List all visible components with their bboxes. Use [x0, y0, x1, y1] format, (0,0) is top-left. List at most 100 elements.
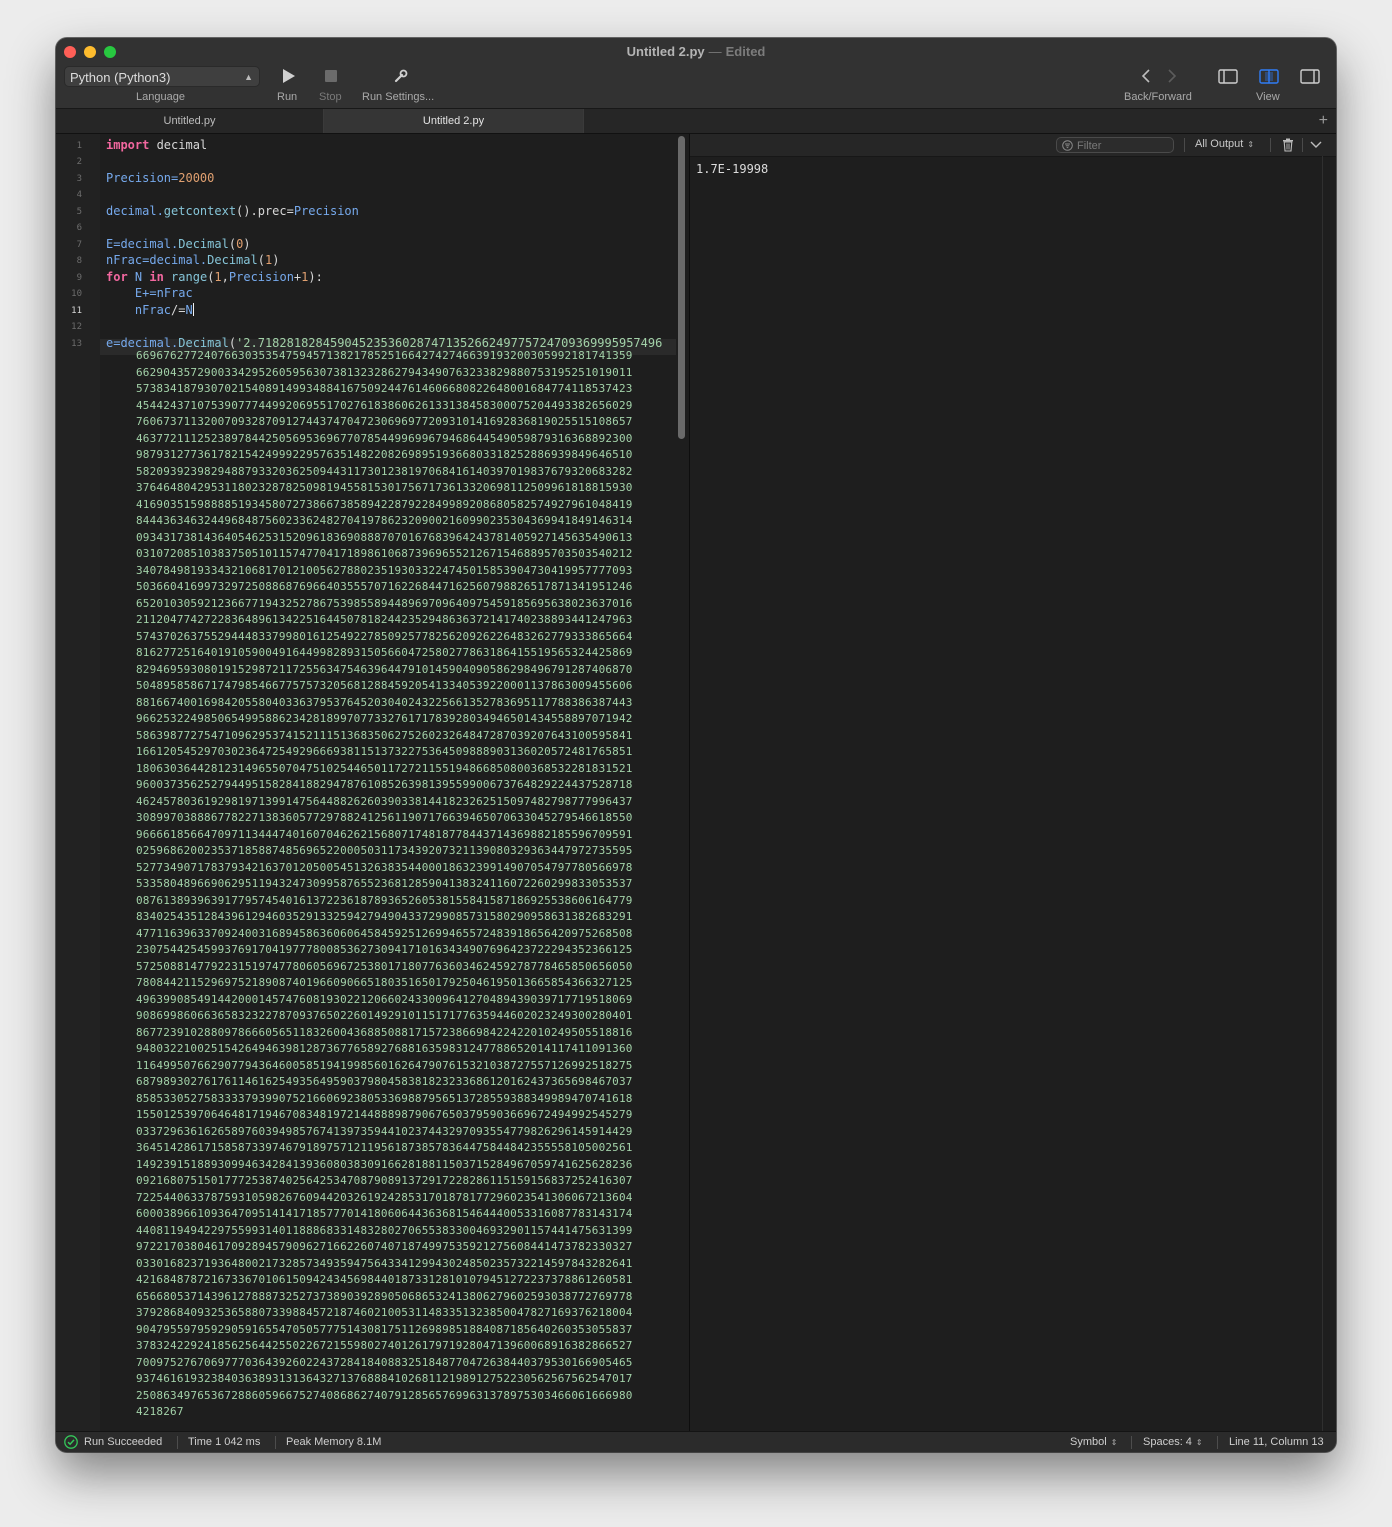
trash-icon[interactable] — [1282, 138, 1294, 152]
code-line-1: import decimal — [106, 137, 207, 154]
code-token: nFrac — [134, 303, 172, 317]
language-label: Language — [136, 91, 185, 103]
run-button-label[interactable]: Run — [277, 91, 297, 103]
line-number: 1 — [76, 141, 82, 151]
string-digits-line: 0337296361626589760394985767413973594410… — [136, 1124, 633, 1138]
console-toolbar: Filter All Output ⇕ — [690, 134, 1336, 157]
code-token: N — [127, 270, 150, 284]
view-label: View — [1256, 91, 1280, 103]
wrench-icon[interactable] — [394, 69, 408, 83]
string-digits-line: 4544243710753907774499206955170276183860… — [136, 398, 633, 412]
line-number: 8 — [76, 256, 82, 266]
output-filter-select[interactable]: All Output ⇕ — [1195, 138, 1254, 150]
filter-input[interactable]: Filter — [1056, 137, 1174, 153]
code-line-8: nFrac=decimal.Decimal(1) — [106, 252, 279, 269]
line-number: 12 — [71, 322, 82, 332]
spaces-select-label: Spaces: 4 — [1143, 1436, 1192, 1448]
back-icon[interactable] — [1141, 69, 1151, 83]
code-line-11: nFrac/=N — [106, 302, 194, 319]
window-file-name: Untitled 2.py — [626, 44, 705, 59]
run-time: Time 1 042 ms — [188, 1436, 261, 1448]
filter-placeholder: Filter — [1077, 140, 1102, 152]
string-digits-line: 9722170380461709289457909627166226074071… — [136, 1240, 633, 1253]
code-token: ( — [257, 253, 265, 267]
left-sidebar-icon[interactable] — [1218, 69, 1238, 84]
code-token: N — [185, 303, 193, 317]
window-title: Untitled 2.py — Edited — [56, 44, 1336, 59]
code-line-3: Precision=20000 — [106, 170, 214, 187]
string-digits-line: 0934317381436405462531520961836908887070… — [136, 530, 633, 544]
code-token: ) — [243, 237, 251, 251]
status-separator — [1131, 1436, 1132, 1449]
code-token: range — [163, 270, 208, 284]
add-tab-icon[interactable]: + — [1319, 111, 1328, 131]
run-settings-button-label[interactable]: Run Settings... — [362, 91, 434, 103]
string-digits-line: 8585330527583333793990752166069238053369… — [136, 1091, 633, 1105]
code-token: 1 — [214, 270, 222, 284]
back-forward-label: Back/Forward — [1124, 91, 1192, 103]
string-digits-line: 3764648042953118023287825098194558153017… — [136, 481, 633, 494]
tab-untitled[interactable]: Untitled.py — [56, 109, 324, 133]
string-digits-line: 5743702637552944483379980161254922785092… — [136, 629, 633, 643]
string-digits-line: 0310720851038375051011574770417189861068… — [136, 547, 633, 560]
stop-button-label[interactable]: Stop — [319, 91, 342, 103]
string-digits-line: 2508634976536728860596675274086862740791… — [136, 1388, 633, 1402]
language-select[interactable]: Python (Python3) ▲ — [64, 66, 260, 87]
string-digits-line: 5036604169973297250886876966403555707162… — [136, 580, 633, 593]
string-digits-line: 0330168237193648002173285734935947564334… — [136, 1256, 633, 1270]
string-digits-line: 5725088147792231519747780605696725380171… — [136, 959, 633, 973]
string-digits-line: 0921680751501777253874025642534708790891… — [136, 1174, 633, 1187]
string-digits-line: 9047955979592905916554705057775143081751… — [136, 1322, 633, 1336]
chevron-down-icon[interactable] — [1310, 141, 1322, 149]
stop-icon[interactable] — [325, 70, 337, 82]
string-digits-line: 3089970388867782271383605772978824125611… — [136, 811, 633, 824]
string-digits-line: 8294695930801915298721172556347546396447… — [136, 662, 633, 676]
string-digits-line: 9666618566470971134447401607046262156807… — [136, 827, 633, 841]
console-output: 1.7E-19998 — [696, 162, 769, 176]
code-token: import — [106, 138, 150, 152]
string-digits-line: 4408119494229755993140118886833148328027… — [136, 1223, 633, 1237]
string-digits-line: 0876138939639177957454016137223618789365… — [136, 893, 633, 907]
line-number: 6 — [76, 223, 82, 233]
code-editor[interactable]: 1 2 3 4 5 6 7 8 9 10 11 12 13 import dec… — [56, 134, 676, 1434]
string-digits-line: 8162772516401910590049164499828931505660… — [136, 646, 633, 659]
string-digits-line: 5335804896690629511943247309958765523681… — [136, 877, 633, 890]
forward-icon[interactable] — [1167, 69, 1177, 83]
string-digits-line: 1661205452970302364725492966693811513732… — [136, 745, 633, 758]
string-digits-line: 6000389661093647095141417185777014180606… — [136, 1207, 633, 1220]
string-digits-line: 3645142861715858733974679189757121195618… — [136, 1141, 633, 1154]
cursor-position: Line 11, Column 13 — [1229, 1436, 1324, 1448]
code-token: getcontext — [163, 204, 237, 218]
string-digits-line: 1164995076629077943646005851941998560162… — [136, 1058, 633, 1072]
title-separator: — — [708, 44, 722, 59]
tab-untitled-2[interactable]: Untitled 2.py — [324, 109, 584, 133]
updown-chevron-icon: ⇕ — [1195, 1438, 1203, 1447]
string-digits-line: 8816674001698420558040336379537645203040… — [136, 695, 633, 709]
string-digits-line: 4169035159888851934580727386673858942287… — [136, 497, 633, 511]
symbol-select-label: Symbol — [1070, 1436, 1107, 1448]
status-separator — [1217, 1436, 1218, 1449]
code-token: Decimal — [178, 237, 229, 251]
string-digits-line: 4218267 — [136, 1405, 184, 1418]
line-number: 9 — [76, 273, 82, 283]
split-view-icon[interactable] — [1259, 69, 1279, 84]
string-digits-line: 0259686200235371858874856965220005031173… — [136, 844, 633, 857]
status-separator — [177, 1436, 178, 1449]
code-token: /= — [171, 303, 186, 317]
tab-label: Untitled.py — [163, 115, 216, 127]
string-digits-line: 3792868409325365880733988457218746021005… — [136, 1306, 633, 1319]
string-digits-line: 8340254351284396129460352913325942794904… — [136, 910, 633, 923]
spaces-select[interactable]: Spaces: 4 ⇕ — [1143, 1436, 1203, 1448]
editor-scrollbar[interactable] — [678, 136, 685, 439]
right-sidebar-icon[interactable] — [1300, 69, 1320, 84]
line-number: 7 — [76, 240, 82, 250]
string-digits-line: 4216848787216733670106150942434569844018… — [136, 1273, 633, 1286]
string-digits-line: 7009752767069777036439260224372841840883… — [136, 1355, 633, 1369]
run-icon[interactable] — [282, 68, 296, 84]
symbol-select[interactable]: Symbol ⇕ — [1070, 1436, 1117, 1448]
toolbar: Untitled 2.py — Edited Python (Python3) ▲ … — [56, 38, 1336, 109]
code-token: ( — [228, 237, 237, 251]
code-token: nFrac — [156, 286, 193, 300]
line-number: 5 — [76, 207, 82, 217]
